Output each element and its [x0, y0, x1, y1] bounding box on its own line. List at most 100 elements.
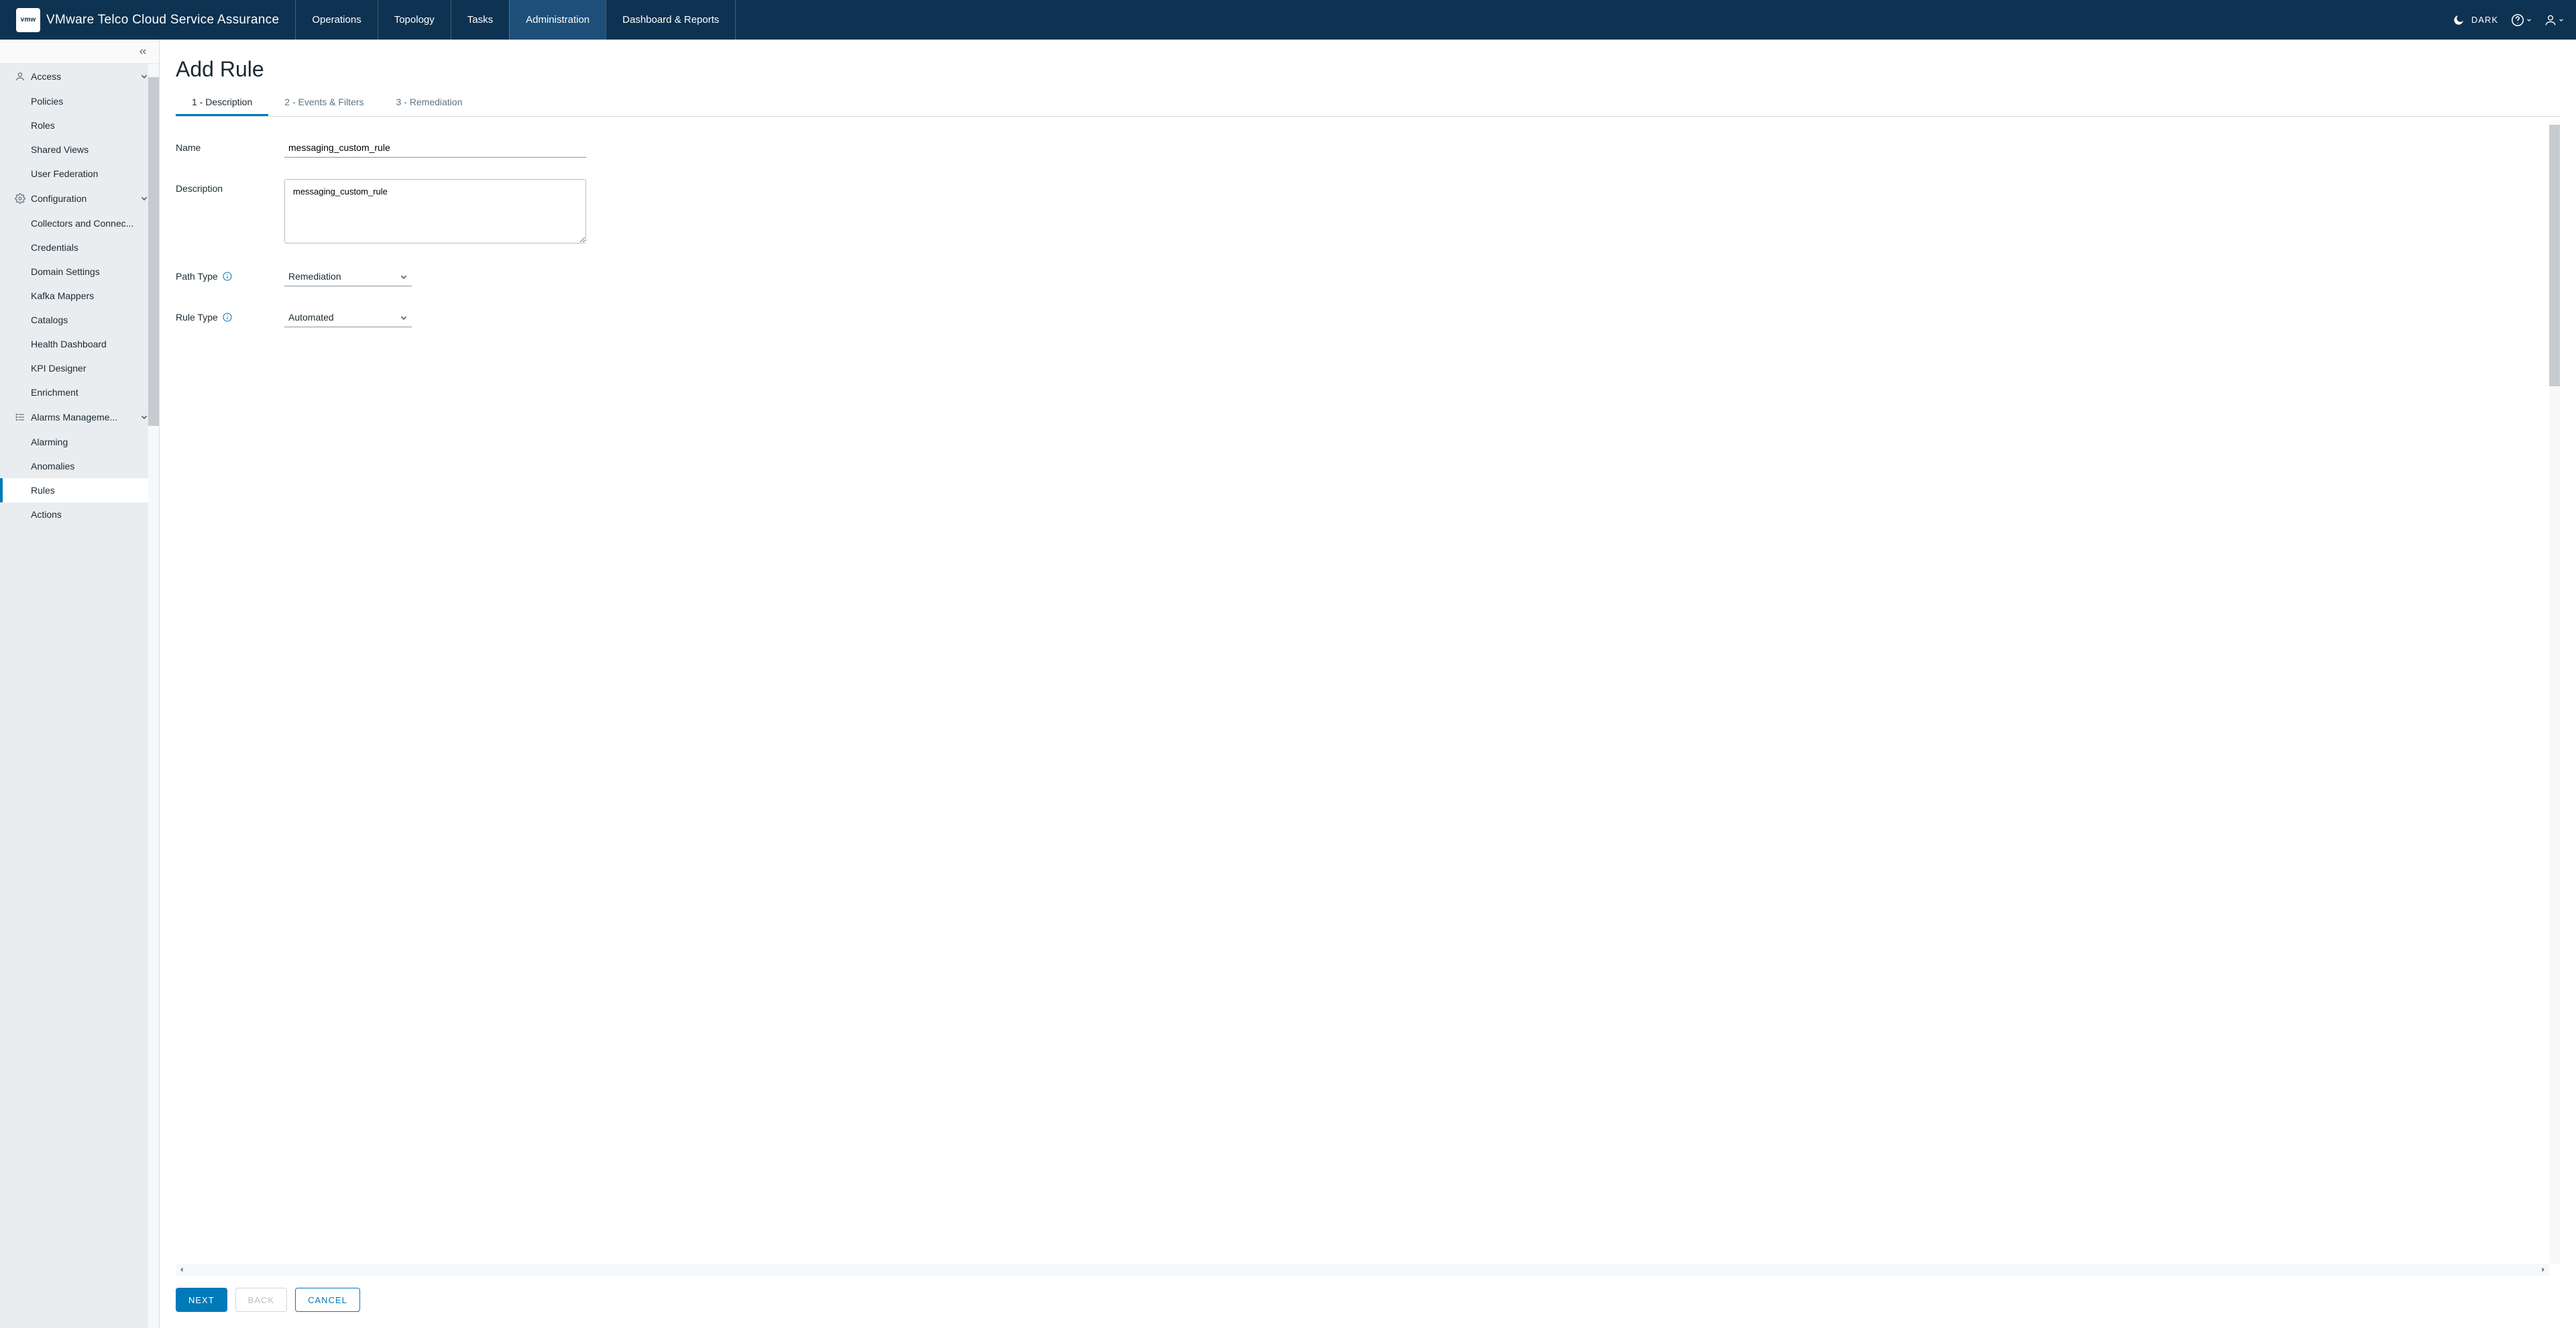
nav-item-label: Actions: [31, 509, 62, 520]
button-label: Back: [248, 1295, 274, 1305]
scroll-right-icon[interactable]: [2538, 1265, 2548, 1274]
nav-item-label: Shared Views: [31, 144, 89, 155]
user-menu[interactable]: [2544, 13, 2564, 27]
nav-item-label: Policies: [31, 96, 63, 107]
path-type-value: Remediation: [284, 267, 412, 286]
next-button[interactable]: Next: [176, 1288, 227, 1312]
theme-toggle[interactable]: DARK: [2453, 14, 2498, 26]
sidebar-section-access[interactable]: Access: [0, 64, 159, 89]
top-nav-label: Administration: [526, 14, 590, 25]
form-scrollbar-thumb[interactable]: [2549, 125, 2560, 386]
rule-type-value: Automated: [284, 308, 412, 327]
wizard-tabs: 1 - Description 2 - Events & Filters 3 -…: [176, 90, 2560, 117]
sidebar-item-policies[interactable]: Policies: [0, 89, 159, 113]
nav-item-label: Credentials: [31, 242, 78, 253]
nav-item-label: Roles: [31, 120, 55, 131]
tab-events-filters[interactable]: 2 - Events & Filters: [268, 90, 380, 116]
form-label-description: Description: [176, 179, 284, 194]
sidebar-item-credentials[interactable]: Credentials: [0, 235, 159, 260]
form-container: Name Description Path Type: [176, 117, 2560, 1276]
nav-item-label: Enrichment: [31, 387, 78, 398]
cancel-button[interactable]: Cancel: [295, 1288, 360, 1312]
chevron-down-icon: [2526, 17, 2532, 23]
path-type-select[interactable]: Remediation: [284, 267, 412, 286]
sidebar-section-configuration[interactable]: Configuration: [0, 186, 159, 211]
help-icon: [2510, 13, 2525, 27]
body-wrap: Access Policies Roles Shared Views User …: [0, 40, 2576, 1328]
form-horizontal-scrollbar[interactable]: [176, 1264, 2549, 1276]
chevron-down-icon: [140, 195, 148, 203]
sidebar-item-roles[interactable]: Roles: [0, 113, 159, 137]
rule-type-select[interactable]: Automated: [284, 308, 412, 327]
sidebar-item-actions[interactable]: Actions: [0, 502, 159, 527]
sidebar-item-anomalies[interactable]: Anomalies: [0, 454, 159, 478]
form-row-name: Name: [176, 138, 2541, 158]
sidebar-item-domain-settings[interactable]: Domain Settings: [0, 260, 159, 284]
main-content: Add Rule 1 - Description 2 - Events & Fi…: [160, 40, 2576, 1328]
user-icon: [15, 71, 25, 82]
sidebar-scrollbar-thumb[interactable]: [148, 77, 159, 426]
sidebar-item-health-dashboard[interactable]: Health Dashboard: [0, 332, 159, 356]
scroll-left-icon[interactable]: [177, 1265, 186, 1274]
nav-item-label: Domain Settings: [31, 266, 100, 277]
info-icon[interactable]: [222, 271, 233, 282]
brand-logo-text: vmw: [21, 16, 36, 23]
form-scrollbar-track[interactable]: [2549, 121, 2560, 1264]
form-row-path-type: Path Type Remediation: [176, 267, 2541, 286]
sidebar-item-user-federation[interactable]: User Federation: [0, 162, 159, 186]
sidebar-item-alarming[interactable]: Alarming: [0, 430, 159, 454]
sidebar-scrollbar-track[interactable]: [148, 64, 159, 1328]
nav-item-label: KPI Designer: [31, 363, 86, 374]
name-input[interactable]: [284, 138, 586, 158]
info-icon[interactable]: [222, 312, 233, 323]
sidebar-item-enrichment[interactable]: Enrichment: [0, 380, 159, 404]
sidebar-item-rules[interactable]: Rules: [0, 478, 159, 502]
brand-logo: vmw: [16, 8, 40, 32]
gear-icon: [15, 193, 25, 204]
sidebar-item-kpi-designer[interactable]: KPI Designer: [0, 356, 159, 380]
chevron-double-left-icon: [137, 46, 148, 57]
tab-remediation[interactable]: 3 - Remediation: [380, 90, 479, 116]
description-textarea[interactable]: [284, 179, 586, 243]
sidebar-item-catalogs[interactable]: Catalogs: [0, 308, 159, 332]
nav-item-label: Alarming: [31, 437, 68, 447]
tab-label: 2 - Events & Filters: [284, 97, 363, 107]
theme-label: DARK: [2471, 15, 2498, 25]
sidebar-section-label: Alarms Manageme...: [31, 412, 117, 423]
top-nav-dashboard-reports[interactable]: Dashboard & Reports: [606, 0, 736, 40]
button-label: Next: [188, 1295, 215, 1305]
nav-item-label: Anomalies: [31, 461, 74, 472]
form-body: Name Description Path Type: [176, 117, 2560, 1276]
sidebar: Access Policies Roles Shared Views User …: [0, 40, 160, 1328]
top-nav: Operations Topology Tasks Administration…: [295, 0, 736, 40]
top-nav-label: Operations: [312, 14, 361, 25]
nav-item-label: Collectors and Connec...: [31, 218, 133, 229]
form-row-description: Description: [176, 179, 2541, 245]
top-nav-label: Dashboard & Reports: [622, 14, 719, 25]
chevron-down-icon: [2559, 17, 2564, 23]
sidebar-scroll[interactable]: Access Policies Roles Shared Views User …: [0, 64, 159, 1328]
top-nav-operations[interactable]: Operations: [295, 0, 377, 40]
sidebar-item-collectors[interactable]: Collectors and Connec...: [0, 211, 159, 235]
top-nav-administration[interactable]: Administration: [509, 0, 606, 40]
top-nav-label: Topology: [394, 14, 435, 25]
header-right: DARK: [2453, 13, 2576, 27]
tab-label: 3 - Remediation: [396, 97, 463, 107]
form-label-rule-type: Rule Type: [176, 312, 218, 323]
form-row-rule-type: Rule Type Automated: [176, 308, 2541, 327]
sidebar-section-label: Access: [31, 71, 61, 82]
help-menu[interactable]: [2510, 13, 2532, 27]
top-nav-tasks[interactable]: Tasks: [451, 0, 509, 40]
nav-item-label: Kafka Mappers: [31, 290, 94, 301]
tab-description[interactable]: 1 - Description: [176, 90, 268, 116]
button-label: Cancel: [308, 1295, 347, 1305]
sidebar-item-kafka-mappers[interactable]: Kafka Mappers: [0, 284, 159, 308]
form-label-path-type: Path Type: [176, 271, 218, 282]
top-nav-label: Tasks: [467, 14, 493, 25]
sidebar-section-alarms[interactable]: Alarms Manageme...: [0, 404, 159, 430]
top-nav-topology[interactable]: Topology: [378, 0, 451, 40]
sidebar-collapse-button[interactable]: [0, 40, 159, 64]
wizard-footer: Next Back Cancel: [160, 1276, 2576, 1328]
sidebar-item-shared-views[interactable]: Shared Views: [0, 137, 159, 162]
chevron-down-icon: [140, 72, 148, 80]
